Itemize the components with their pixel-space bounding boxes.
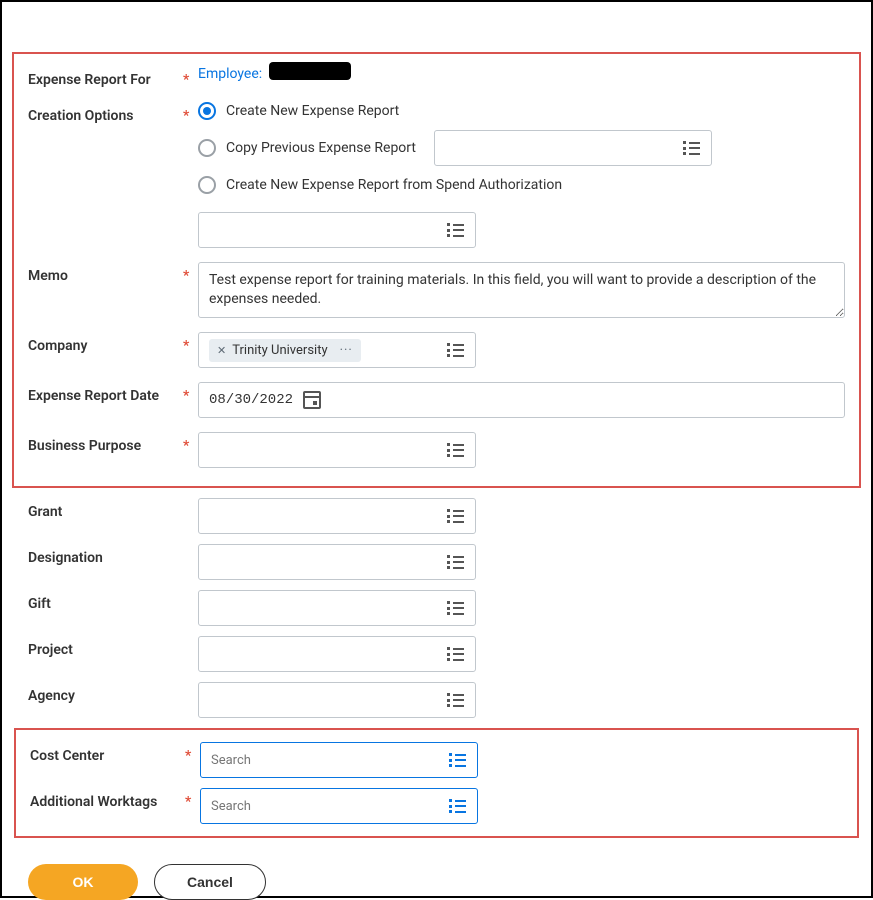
radio-from-spend-auth[interactable]: Create New Expense Report from Spend Aut…: [198, 176, 562, 194]
chip-remove-icon[interactable]: ✕: [217, 344, 226, 357]
chip-company[interactable]: ✕ Trinity University ···: [209, 339, 361, 362]
required-mark: *: [183, 262, 198, 284]
picker-company[interactable]: ✕ Trinity University ···: [198, 332, 476, 368]
date-input[interactable]: 08/30/2022: [198, 382, 845, 418]
list-icon: [449, 751, 467, 769]
picker-designation[interactable]: [198, 544, 476, 580]
required-mark: *: [185, 742, 200, 764]
row-company: Company * ✕ Trinity University ···: [28, 332, 845, 368]
value-expense-report-for: Employee:: [198, 66, 845, 82]
picker-agency[interactable]: [198, 682, 476, 718]
row-cost-center: Cost Center * Search: [30, 742, 843, 778]
employee-link[interactable]: Employee:: [198, 66, 262, 82]
list-icon: [447, 691, 465, 709]
label-expense-report-date: Expense Report Date: [28, 382, 183, 404]
required-spacer: [183, 682, 198, 688]
required-fields-highlight-top: Expense Report For * Employee: Creation …: [12, 52, 861, 488]
picker-grant[interactable]: [198, 498, 476, 534]
ok-button[interactable]: OK: [28, 864, 138, 900]
row-memo: Memo *: [28, 262, 845, 318]
required-spacer: [183, 498, 198, 504]
radio-label: Create New Expense Report: [226, 103, 399, 119]
radio-icon: [198, 176, 216, 194]
chip-label: Trinity University: [232, 343, 327, 358]
row-expense-report-for: Expense Report For * Employee:: [28, 66, 845, 88]
row-creation-options: Creation Options * Create New Expense Re…: [28, 102, 845, 248]
required-mark: *: [183, 66, 198, 88]
row-designation: Designation: [28, 544, 845, 580]
cancel-button[interactable]: Cancel: [154, 864, 266, 900]
picker-spend-auth[interactable]: [198, 212, 476, 248]
chip-more-icon[interactable]: ···: [340, 343, 353, 358]
required-mark: *: [183, 332, 198, 354]
list-icon: [683, 139, 701, 157]
required-mark: *: [183, 102, 198, 124]
row-additional-worktags: Additional Worktags * Search: [30, 788, 843, 824]
list-icon: [449, 797, 467, 815]
row-gift: Gift: [28, 590, 845, 626]
label-designation: Designation: [28, 544, 183, 566]
radio-label: Create New Expense Report from Spend Aut…: [226, 177, 562, 193]
label-gift: Gift: [28, 590, 183, 612]
radio-create-new[interactable]: Create New Expense Report: [198, 102, 845, 120]
redacted-employee-name: [269, 62, 351, 80]
list-icon: [447, 553, 465, 571]
calendar-icon[interactable]: [303, 391, 321, 409]
memo-textarea[interactable]: [198, 262, 845, 318]
row-agency: Agency: [28, 682, 845, 718]
required-spacer: [183, 590, 198, 596]
row-project: Project: [28, 636, 845, 672]
label-cost-center: Cost Center: [30, 742, 185, 764]
date-value: 08/30/2022: [209, 392, 293, 408]
action-buttons: OK Cancel: [12, 838, 861, 900]
required-spacer: [183, 544, 198, 550]
list-icon: [447, 221, 465, 239]
row-grant: Grant: [28, 498, 845, 534]
required-mark: *: [185, 788, 200, 810]
list-icon: [447, 441, 465, 459]
radio-label: Copy Previous Expense Report: [226, 140, 416, 156]
picker-gift[interactable]: [198, 590, 476, 626]
optional-fields-section: Grant Designation Gift Pro: [12, 488, 861, 728]
required-spacer: [183, 636, 198, 642]
row-business-purpose: Business Purpose *: [28, 432, 845, 468]
list-icon: [447, 599, 465, 617]
picker-business-purpose[interactable]: [198, 432, 476, 468]
label-grant: Grant: [28, 498, 183, 520]
picker-copy-previous[interactable]: [434, 130, 712, 166]
list-icon: [447, 341, 465, 359]
picker-cost-center[interactable]: Search: [200, 742, 478, 778]
radio-icon: [198, 139, 216, 157]
required-mark: *: [183, 432, 198, 454]
label-creation-options: Creation Options: [28, 102, 183, 124]
required-fields-highlight-bottom: Cost Center * Search Additional Worktags…: [14, 728, 859, 838]
picker-project[interactable]: [198, 636, 476, 672]
radio-icon-selected: [198, 102, 216, 120]
label-business-purpose: Business Purpose: [28, 432, 183, 454]
label-memo: Memo: [28, 262, 183, 284]
radio-copy-previous[interactable]: Copy Previous Expense Report: [198, 139, 416, 157]
label-expense-report-for: Expense Report For: [28, 66, 183, 88]
picker-placeholder: Search: [211, 753, 449, 768]
label-company: Company: [28, 332, 183, 354]
label-agency: Agency: [28, 682, 183, 704]
required-mark: *: [183, 382, 198, 404]
row-expense-report-date: Expense Report Date * 08/30/2022: [28, 382, 845, 418]
picker-additional-worktags[interactable]: Search: [200, 788, 478, 824]
label-project: Project: [28, 636, 183, 658]
picker-placeholder: Search: [211, 799, 449, 814]
list-icon: [447, 507, 465, 525]
label-additional-worktags: Additional Worktags: [30, 788, 185, 810]
list-icon: [447, 645, 465, 663]
creation-options-group: Create New Expense Report Copy Previous …: [198, 102, 845, 248]
